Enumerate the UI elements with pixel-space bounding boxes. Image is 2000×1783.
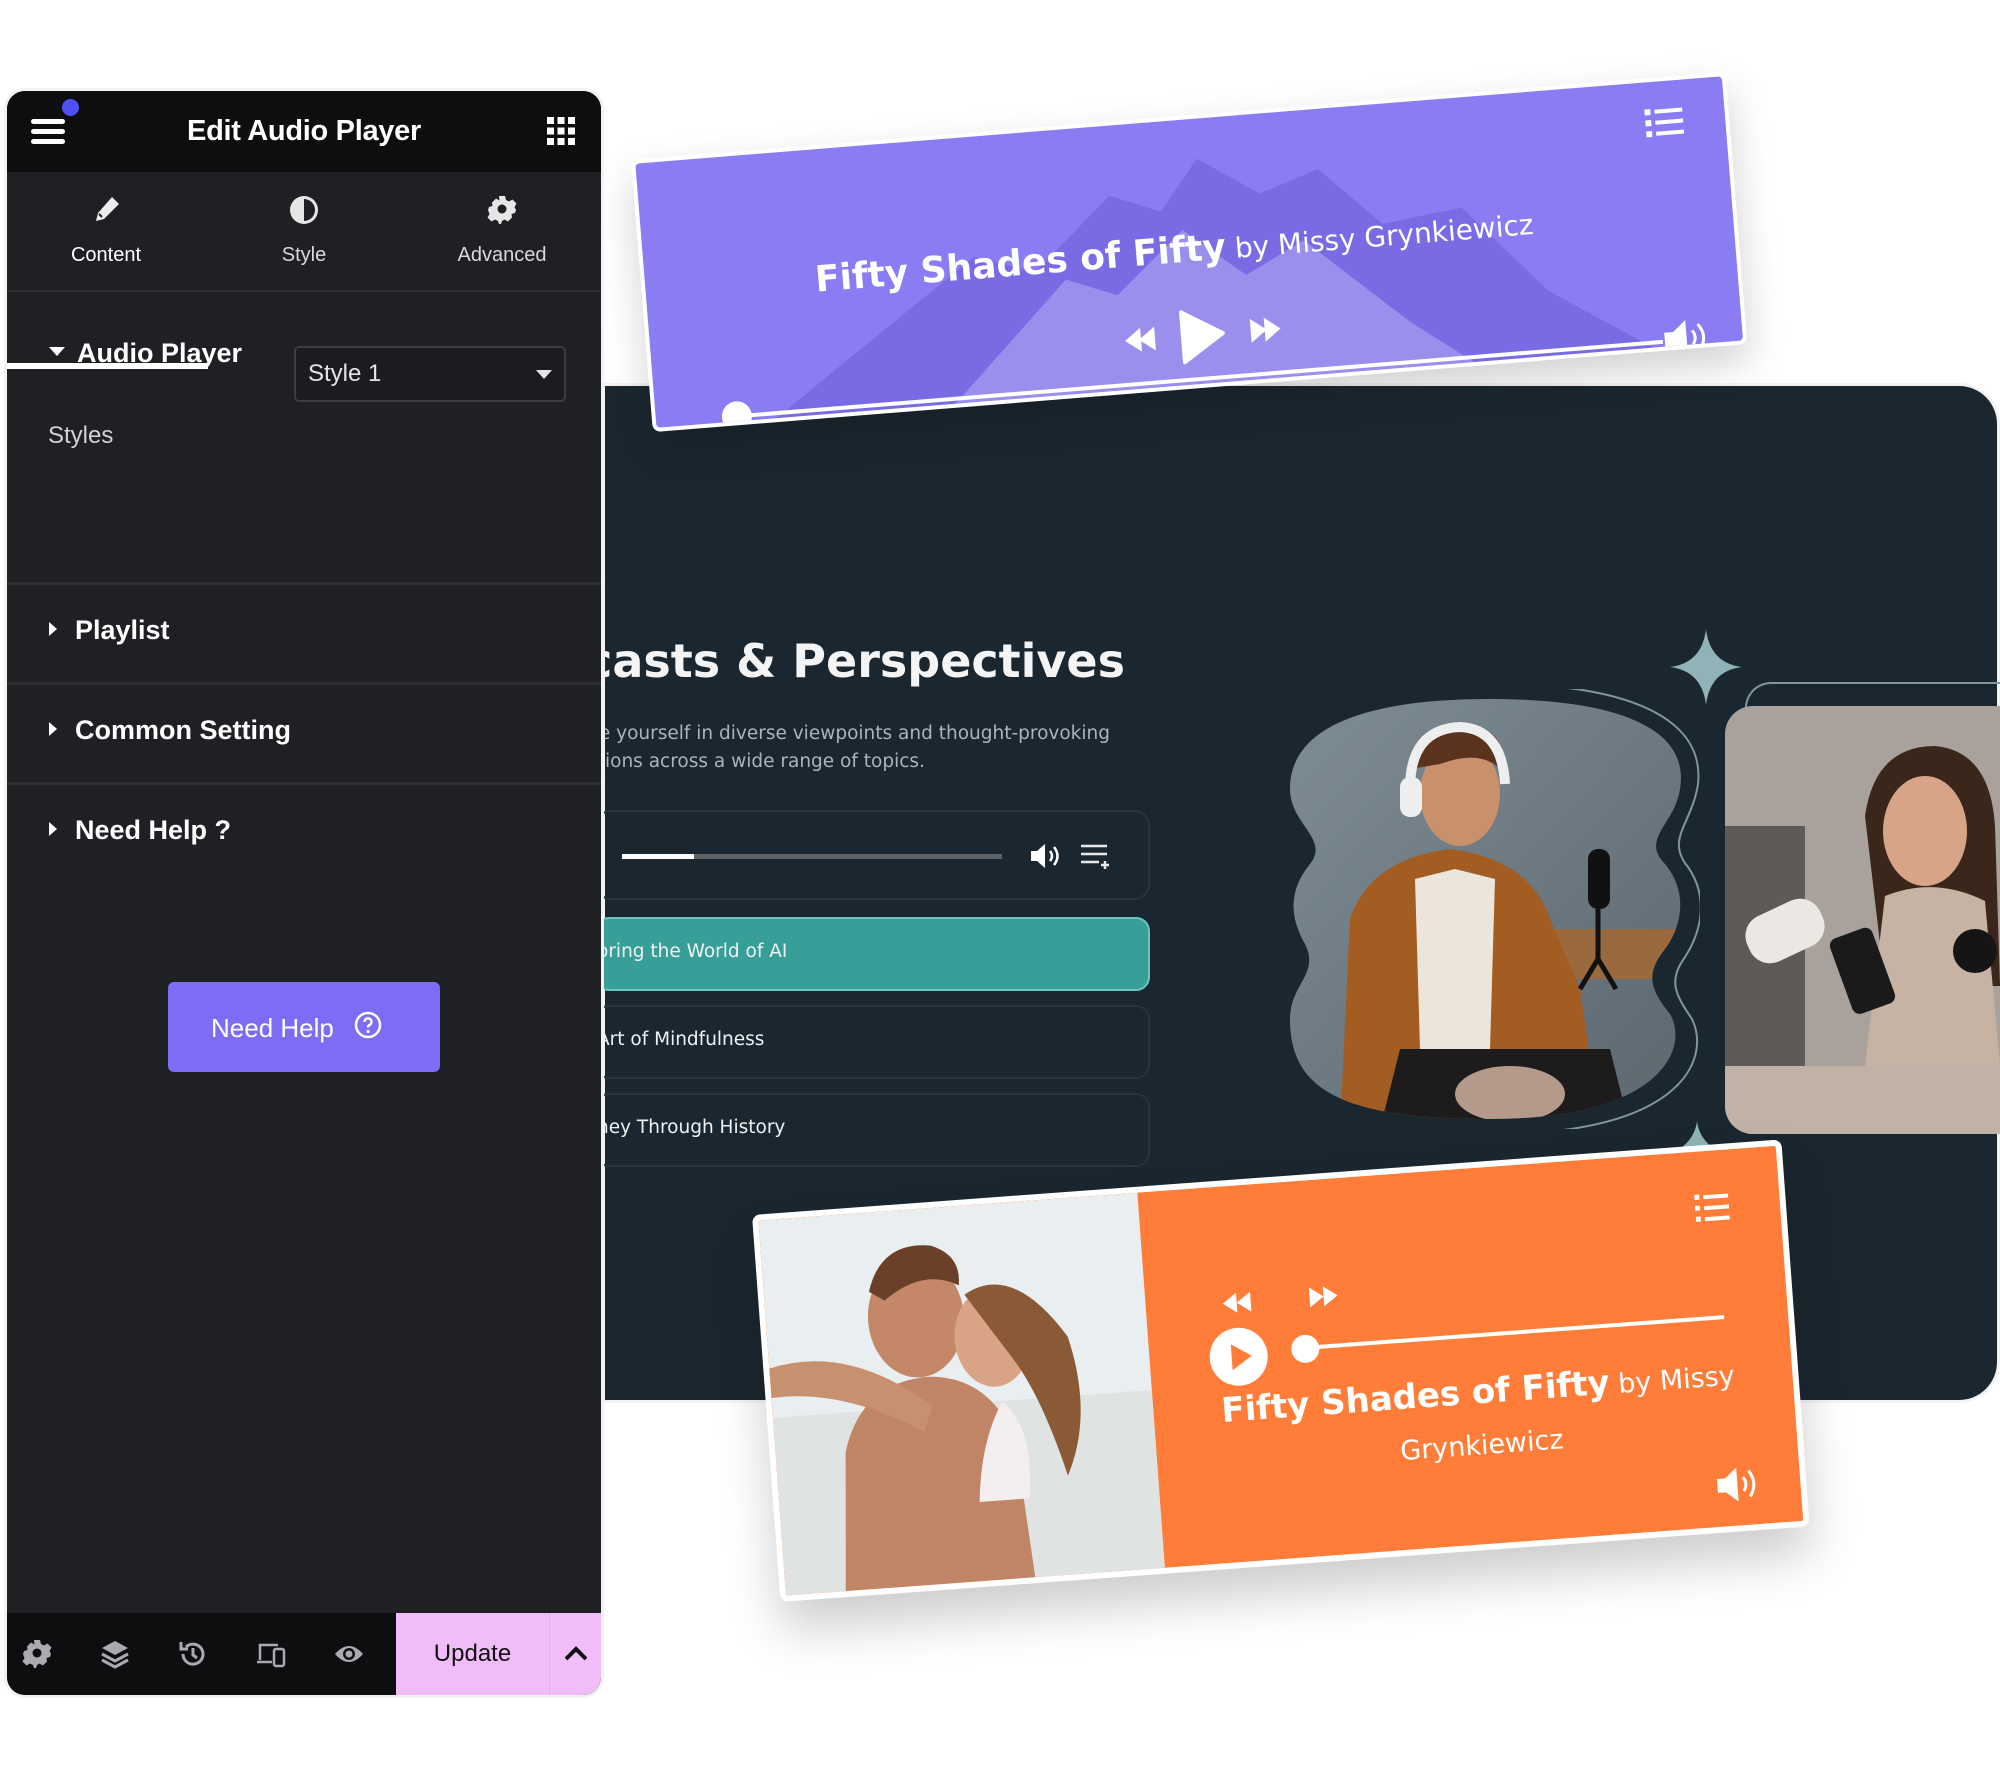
section-description: e yourself in diverse viewpoints and tho… [605, 723, 1110, 772]
styles-label: Styles [48, 422, 114, 449]
panel-tabs: Content Style Advanced [7, 172, 601, 369]
play-button[interactable] [1207, 1325, 1270, 1388]
layers-icon[interactable] [99, 1638, 131, 1670]
panel-title: Edit Audio Player [187, 115, 421, 147]
playlist-player-controls [595, 810, 1150, 900]
responsive-icon[interactable] [255, 1638, 287, 1670]
playlist-track-item[interactable]: Art of Mindfulness [595, 1005, 1150, 1079]
need-help-button[interactable]: Need Help [168, 982, 440, 1072]
podcaster-photo [1725, 706, 2000, 1134]
pencil-icon [96, 197, 119, 221]
caret-right-icon [49, 721, 57, 736]
tab-style[interactable]: Style [205, 172, 403, 290]
rewind-icon[interactable] [1124, 326, 1156, 353]
chevron-up-icon [564, 1646, 588, 1661]
play-icon[interactable] [1178, 309, 1225, 365]
contrast-icon [290, 196, 318, 224]
editor-panel: Edit Audio Player Content Style Advanced… [7, 91, 601, 1695]
podcaster-photo [1290, 689, 1700, 1129]
caret-down-icon [49, 347, 65, 357]
gear-icon [487, 196, 517, 224]
update-button[interactable]: Update [396, 1613, 549, 1695]
section-heading: dcasts & Perspectives [605, 634, 1125, 688]
update-options-button[interactable] [549, 1613, 601, 1695]
chevron-down-icon [536, 370, 552, 379]
section-toggle-need-help[interactable]: Need Help ? [49, 815, 231, 846]
rewind-icon[interactable] [1220, 1289, 1256, 1315]
volume-icon[interactable] [1661, 314, 1712, 362]
playlist-track-item[interactable]: oring the World of AI [595, 917, 1150, 991]
tab-content[interactable]: Content [7, 172, 205, 290]
gear-icon[interactable] [21, 1638, 53, 1670]
section-audio-player: Audio Player Styles [7, 290, 601, 585]
playlist-icon[interactable] [1644, 106, 1685, 139]
playlist-track-item[interactable]: ney Through History [595, 1093, 1150, 1167]
tab-label: Style [281, 244, 327, 266]
volume-icon[interactable] [1029, 842, 1063, 870]
progress-bar[interactable] [622, 854, 1002, 859]
caret-right-icon [49, 621, 57, 636]
album-cover-image [758, 1192, 1165, 1596]
audio-player-style-card: Fifty Shades of Fifty by Missy Grynkiewic… [752, 1139, 1810, 1602]
section-toggle-playlist[interactable]: Playlist [49, 615, 170, 646]
queue-add-icon[interactable] [1079, 842, 1111, 870]
panel-footer: Update [7, 1613, 601, 1695]
audio-player-style-card: Fifty Shades of Fifty by Missy Grynkiewi… [631, 71, 1748, 433]
widgets-grid-icon[interactable] [545, 115, 577, 147]
fast-forward-icon[interactable] [1305, 1283, 1341, 1309]
seek-bar[interactable] [1307, 1315, 1725, 1350]
question-circle-icon [354, 1011, 382, 1039]
section-toggle-common-setting[interactable]: Common Setting [49, 715, 291, 746]
playlist-icon[interactable] [1694, 1191, 1730, 1223]
tab-label: Advanced [457, 244, 547, 266]
fast-forward-icon[interactable] [1249, 316, 1282, 343]
panel-header: Edit Audio Player [7, 91, 601, 172]
styles-select[interactable]: Style 1 [294, 346, 566, 402]
volume-icon[interactable] [1714, 1463, 1763, 1506]
section-common-setting: Common Setting [7, 685, 601, 785]
progress-fill [622, 854, 695, 859]
caret-right-icon [49, 821, 57, 836]
tab-advanced[interactable]: Advanced [403, 172, 601, 290]
section-playlist: Playlist [7, 585, 601, 685]
play-circle-icon [1230, 1344, 1252, 1371]
history-icon[interactable] [177, 1638, 209, 1670]
seek-handle[interactable] [1290, 1333, 1321, 1364]
tab-label: Content [70, 244, 142, 266]
eye-icon[interactable] [333, 1638, 365, 1670]
section-need-help: Need Help ? [7, 785, 601, 882]
track-title: Fifty Shades of Fifty by Missy Grynkiewic… [1220, 1360, 1736, 1468]
section-toggle-audio-player[interactable]: Audio Player [49, 338, 242, 369]
